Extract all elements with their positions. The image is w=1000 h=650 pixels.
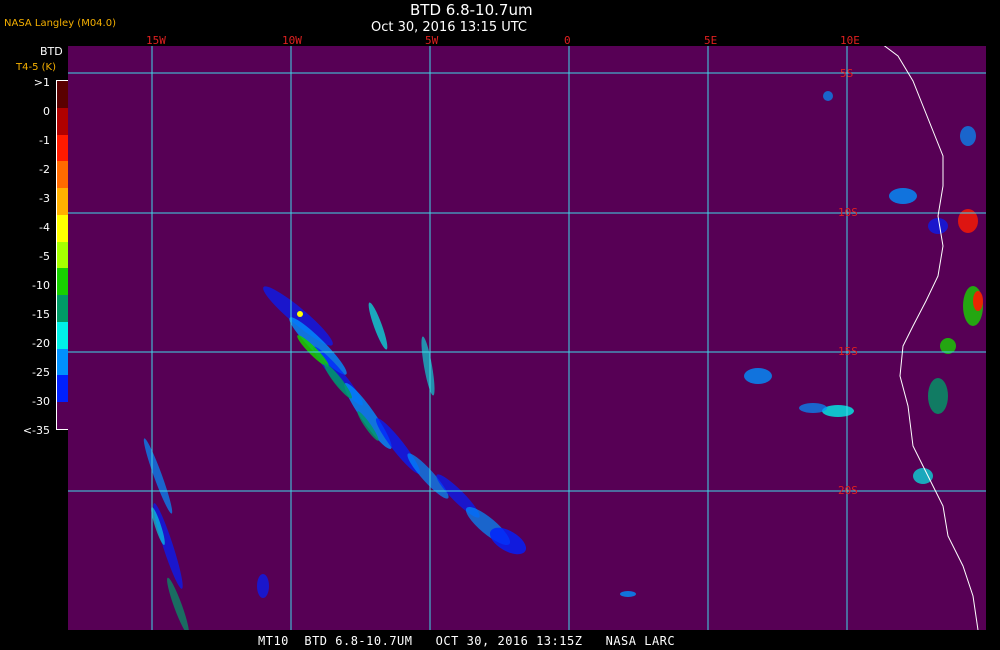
lon-label-5e: 5E [704, 34, 718, 47]
lon-label-0: 0 [564, 34, 571, 47]
lat-lon-grid [68, 46, 986, 630]
lat-label-5s: 5S [840, 67, 854, 80]
image-timestamp: Oct 30, 2016 13:15 UTC [371, 20, 527, 35]
legend-tick-label: -3 [39, 192, 50, 205]
lon-label-10w: 10W [282, 34, 302, 47]
legend-tick-label: <-35 [22, 424, 50, 437]
lat-label-20s: 20S [838, 484, 858, 497]
legend-tick-label: >1 [33, 76, 50, 89]
cloud-features [143, 91, 983, 630]
image-title: BTD 6.8-10.7um [410, 1, 533, 19]
legend-unit: T4-5 (K) [16, 62, 56, 73]
cloud-blob [620, 591, 636, 597]
legend-tick-label: -20 [32, 337, 50, 350]
coastline [883, 46, 979, 630]
cloud-blob [167, 577, 189, 630]
cloud-blob [744, 368, 772, 384]
cloud-blob [960, 126, 976, 146]
legend-tick-label: -30 [32, 395, 50, 408]
legend-tick-label: -5 [39, 250, 50, 263]
footer-caption: MT10 BTD 6.8-10.7UM OCT 30, 2016 13:15Z … [258, 634, 676, 648]
cloud-blob [289, 317, 347, 375]
cloud-blob [143, 438, 173, 514]
cloud-blob [297, 311, 303, 317]
legend-tick-label: -1 [39, 134, 50, 147]
cloud-blob [799, 403, 827, 413]
cloud-blob [889, 188, 917, 204]
cloud-blob [928, 218, 948, 234]
legend-tick-label: -10 [32, 279, 50, 292]
cloud-blob [407, 453, 449, 499]
legend-title: BTD [40, 45, 63, 58]
map-overlay [68, 46, 986, 630]
cloud-blob [421, 336, 435, 396]
cloud-blob [928, 378, 948, 414]
satellite-map [68, 46, 986, 630]
cloud-blob [973, 291, 983, 311]
cloud-blob [257, 574, 269, 598]
legend-tick-label: 0 [43, 105, 50, 118]
cloud-blob [822, 405, 854, 417]
lon-label-5w: 5W [425, 34, 439, 47]
lat-label-15s: 15S [838, 345, 858, 358]
legend-tick-label: -4 [39, 221, 50, 234]
cloud-blob [368, 302, 388, 350]
source-tag: NASA Langley (M04.0) [4, 18, 116, 29]
lat-label-10s: 10S [838, 206, 858, 219]
legend-tick-label: -25 [32, 366, 50, 379]
legend-tick-label: -2 [39, 163, 50, 176]
cloud-blob [913, 468, 933, 484]
legend-tick-label: -15 [32, 308, 50, 321]
lon-label-15w: 15W [146, 34, 166, 47]
lon-label-10e: 10E [840, 34, 860, 47]
cloud-blob [823, 91, 833, 101]
